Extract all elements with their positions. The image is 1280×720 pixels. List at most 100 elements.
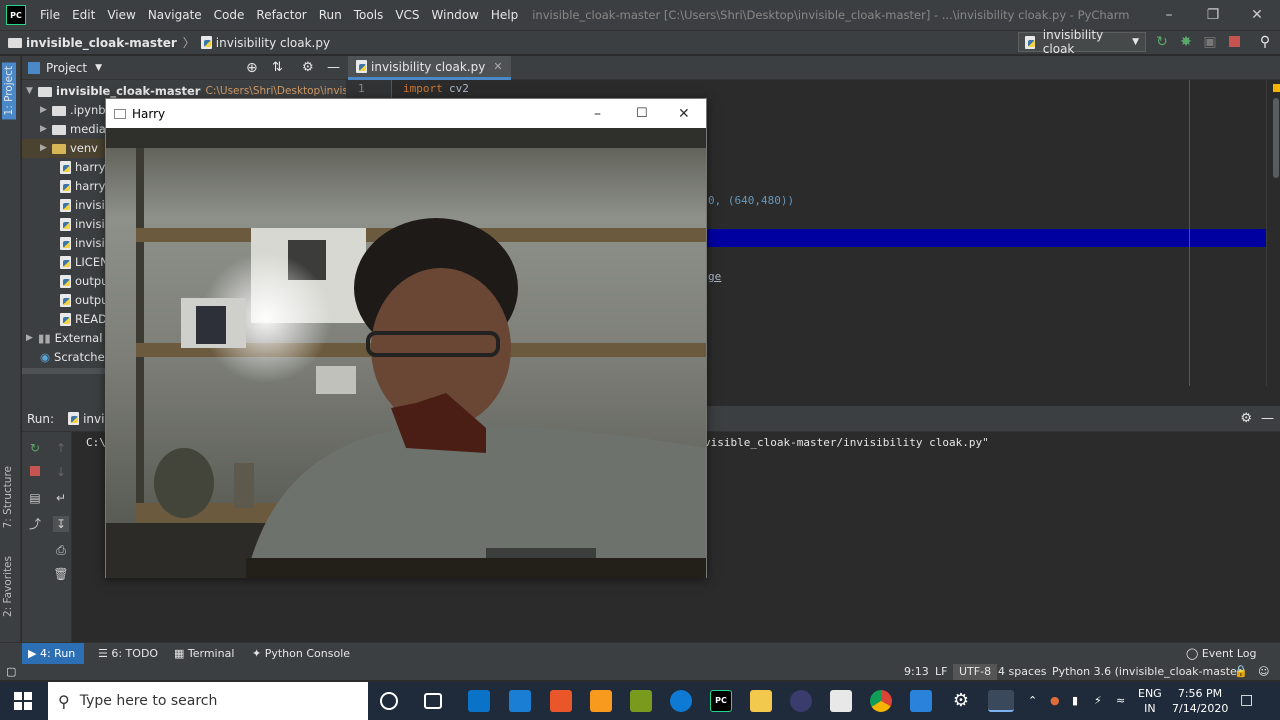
layout-icon[interactable]: ▤ <box>27 490 43 506</box>
status-line-separator[interactable]: LF <box>935 664 947 680</box>
menu-code[interactable]: Code <box>208 0 251 30</box>
scroll-to-end-icon[interactable]: ↧ <box>53 516 69 532</box>
locate-icon[interactable]: ⊕ <box>246 60 258 76</box>
menu-tools[interactable]: Tools <box>348 0 390 30</box>
menu-help[interactable]: Help <box>485 0 524 30</box>
menu-edit[interactable]: Edit <box>66 0 101 30</box>
menu-navigate[interactable]: Navigate <box>142 0 208 30</box>
stop-icon[interactable] <box>1225 33 1243 51</box>
battery-icon[interactable]: ▮ <box>1072 694 1078 707</box>
warning-marker-icon[interactable] <box>1273 84 1280 92</box>
menu-window[interactable]: Window <box>426 0 485 30</box>
minimize-icon[interactable]: – <box>1146 0 1192 30</box>
tree-item[interactable]: READI <box>60 310 110 329</box>
pycharm-icon[interactable]: PC <box>710 690 732 712</box>
status-encoding[interactable]: UTF-8 <box>953 664 998 680</box>
menu-view[interactable]: View <box>101 0 141 30</box>
start-windows-icon[interactable] <box>14 692 32 710</box>
project-panel-title[interactable]: Project <box>46 61 87 75</box>
chrome-icon[interactable] <box>870 690 892 712</box>
power-icon[interactable]: ⚡ <box>1094 694 1102 707</box>
tree-item-scratches[interactable]: ◉ Scratches <box>40 348 111 367</box>
file-explorer-icon[interactable] <box>750 690 772 712</box>
menu-run[interactable]: Run <box>313 0 348 30</box>
language-indicator[interactable]: ENG IN <box>1138 686 1162 716</box>
status-position[interactable]: 9:13 <box>904 664 929 680</box>
project-tool-tab[interactable]: 1: Project <box>2 62 16 120</box>
hide-icon[interactable]: — <box>327 60 340 75</box>
tree-item[interactable]: outpu <box>60 291 108 310</box>
tab-event-log[interactable]: ◯ Event Log <box>1180 643 1262 665</box>
status-indent[interactable]: 4 spaces <box>998 664 1047 680</box>
notepad-icon[interactable] <box>630 690 652 712</box>
close-icon[interactable]: ✕ <box>678 106 690 122</box>
cv-window-titlebar[interactable]: Harry – ☐ ✕ <box>106 99 706 128</box>
soft-wrap-icon[interactable]: ↵ <box>53 490 69 506</box>
chevron-down-icon[interactable]: ▼ <box>95 63 102 73</box>
menu-refactor[interactable]: Refactor <box>250 0 312 30</box>
gear-icon[interactable]: ⚙ <box>1240 411 1252 426</box>
trash-icon[interactable]: 🗑 <box>53 566 69 582</box>
tab-python-console[interactable]: ✦ Python Console <box>246 643 356 665</box>
search-icon[interactable]: ⚲ <box>1256 33 1274 51</box>
settings-icon[interactable]: ⚙ <box>950 690 972 712</box>
clock[interactable]: 7:56 PM 7/14/2020 <box>1172 686 1228 716</box>
pin-icon[interactable]: ⤴ <box>27 516 43 532</box>
collapse-icon[interactable]: ⇅ <box>272 60 283 75</box>
down-arrow-icon[interactable]: ↓ <box>53 464 69 480</box>
structure-tool-tab[interactable]: 7: Structure <box>2 466 14 528</box>
opencv-window[interactable]: Harry – ☐ ✕ <box>105 98 707 578</box>
tree-item-external[interactable]: ▶ ▮▮ External L <box>26 329 112 348</box>
tray-app-icon[interactable]: ● <box>1050 694 1060 707</box>
tree-item[interactable]: harry. <box>60 158 107 177</box>
tab-todo[interactable]: ☰ 6: TODO <box>92 643 164 665</box>
notifications-icon[interactable]: ☺ <box>1258 664 1269 680</box>
code-keyword[interactable]: import <box>403 82 443 95</box>
rerun-icon[interactable]: ↻ <box>1153 33 1171 51</box>
sublime-icon[interactable] <box>590 690 612 712</box>
tree-item[interactable]: harry. <box>60 177 107 196</box>
tab-invisibility-cloak[interactable]: invisibility cloak.py ✕ <box>348 56 511 80</box>
edge-icon[interactable] <box>670 690 692 712</box>
xampp-icon[interactable] <box>550 690 572 712</box>
status-interpreter[interactable]: Python 3.6 (invisible_cloak-master) <box>1052 664 1246 680</box>
tray-chevron-up-icon[interactable]: ⌃ <box>1028 694 1037 707</box>
rerun-icon[interactable]: ↻ <box>27 440 43 456</box>
close-icon[interactable]: ✕ <box>1234 0 1280 30</box>
tree-item[interactable]: outpu <box>60 272 108 291</box>
coverage-icon[interactable]: ▣ <box>1201 33 1219 51</box>
maximize-icon[interactable]: ☐ <box>636 106 648 121</box>
stop-icon[interactable] <box>27 464 43 480</box>
code-fragment[interactable]: 0, (640,480)) <box>708 194 794 207</box>
gear-icon[interactable]: ⚙ <box>302 60 314 75</box>
menu-vcs[interactable]: VCS <box>389 0 425 30</box>
breadcrumb-file[interactable]: invisibility cloak.py <box>216 36 330 50</box>
task-view-icon[interactable] <box>424 693 442 709</box>
tab-terminal[interactable]: ▦ Terminal <box>168 643 240 665</box>
status-window-icon[interactable]: ▢ <box>6 664 16 680</box>
run-config-selector[interactable]: invisibility cloak ▼ <box>1018 28 1146 56</box>
cortana-icon[interactable] <box>380 692 398 710</box>
breadcrumb-project[interactable]: invisible_cloak-master <box>26 36 177 50</box>
mail-icon[interactable] <box>509 690 531 712</box>
tree-item[interactable]: ▶ media <box>40 120 106 139</box>
tree-item[interactable]: LICEN <box>60 253 109 272</box>
close-tab-icon[interactable]: ✕ <box>493 60 502 73</box>
minimize-icon[interactable]: – <box>594 106 601 122</box>
opencv-window-taskbar-icon[interactable] <box>988 690 1014 712</box>
tab-run[interactable]: ▶ 4: Run <box>22 643 84 665</box>
hide-icon[interactable]: — <box>1261 411 1274 426</box>
photos-icon[interactable] <box>910 690 932 712</box>
menu-file[interactable]: File <box>34 0 66 30</box>
lock-icon[interactable]: 🔓 <box>1234 664 1248 680</box>
up-arrow-icon[interactable]: ↑ <box>53 440 69 456</box>
scroll-thumb[interactable] <box>1273 98 1279 178</box>
maximize-icon[interactable]: ❐ <box>1190 0 1236 30</box>
action-center-icon[interactable]: □ <box>1240 692 1253 708</box>
print-icon[interactable]: ⎙ <box>53 542 69 558</box>
store-icon[interactable] <box>468 690 490 712</box>
run-config-tab[interactable]: invi <box>83 412 104 426</box>
debug-icon[interactable]: ✸ <box>1177 33 1195 51</box>
code-fragment[interactable]: ge <box>708 270 721 283</box>
vertical-scrollbar[interactable] <box>1266 80 1280 386</box>
